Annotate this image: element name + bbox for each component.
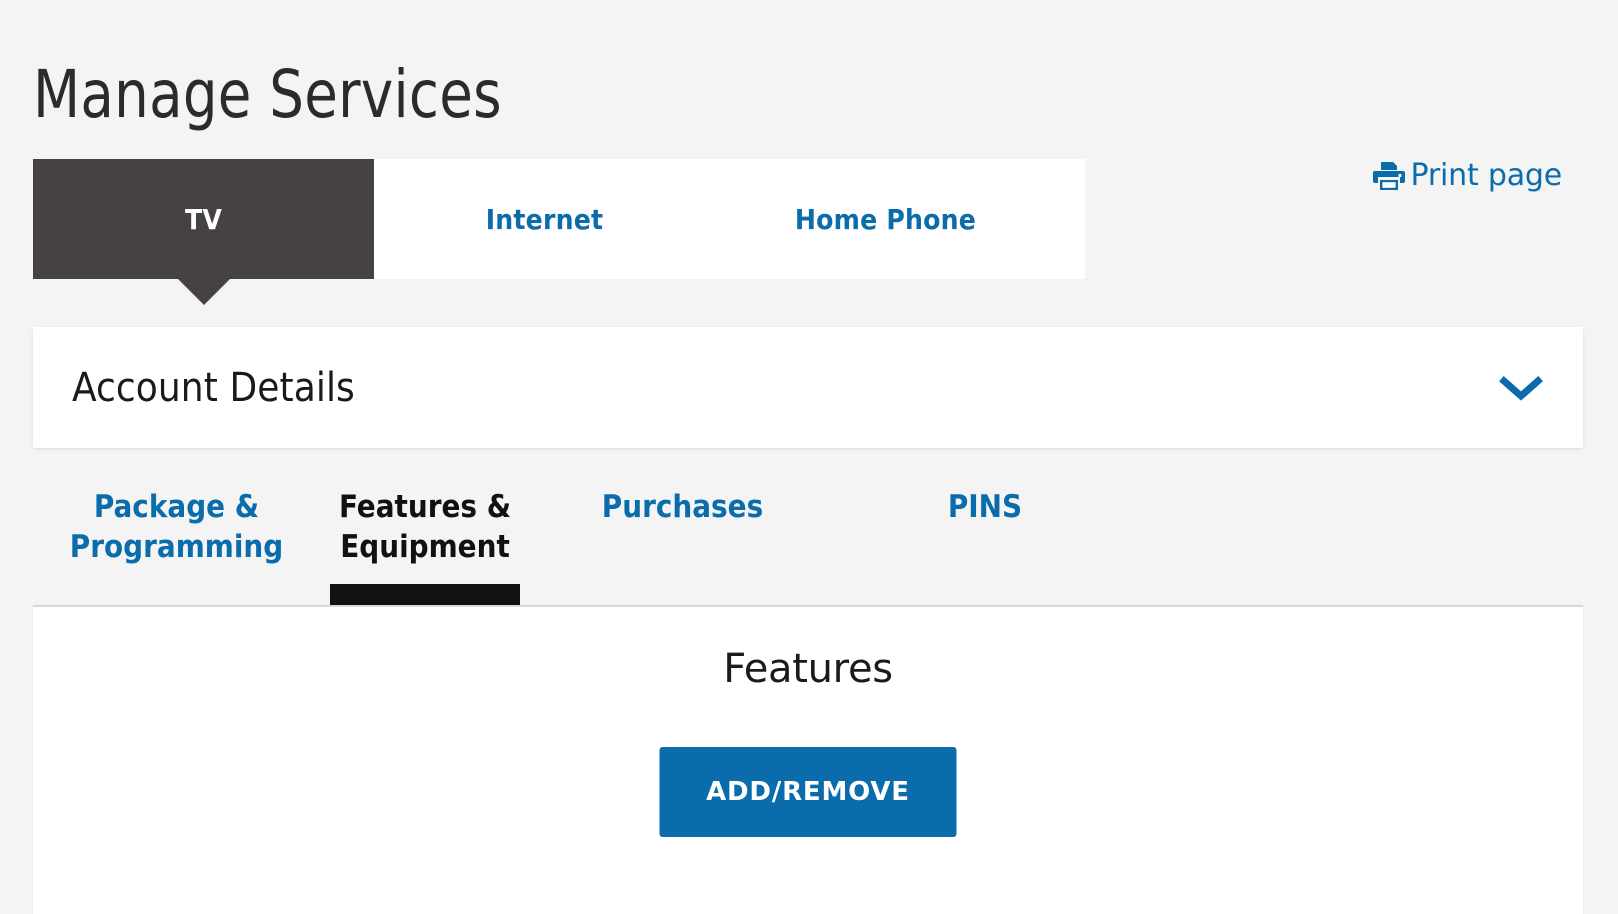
sub-tab-label: Purchases — [601, 489, 764, 525]
active-tab-pointer-icon — [177, 279, 230, 305]
sub-tab-purchases[interactable]: Purchases — [530, 470, 835, 605]
sub-tab-pins[interactable]: PINS — [835, 470, 1135, 605]
sub-tab-underline — [845, 584, 1125, 605]
sub-tabs: Package & Programming Features & Equipme… — [33, 470, 1583, 605]
account-details-accordion[interactable]: Account Details — [33, 327, 1583, 448]
print-page-label: Print page — [1410, 158, 1563, 193]
sub-tab-label: Features & Equipment — [338, 489, 512, 565]
print-page-link[interactable]: Print page — [1372, 158, 1563, 193]
page-title: Manage Services — [33, 56, 502, 134]
service-tab-label: TV — [184, 202, 223, 236]
service-tab-tv[interactable]: TV — [33, 159, 374, 305]
account-details-title: Account Details — [72, 364, 355, 411]
features-heading: Features — [723, 646, 893, 692]
printer-icon — [1372, 161, 1405, 191]
service-tab-internet[interactable]: Internet — [374, 159, 715, 279]
sub-tab-underline — [540, 584, 825, 605]
sub-tab-features-equipment[interactable]: Features & Equipment — [320, 470, 530, 605]
sub-tab-underline — [330, 584, 520, 605]
add-remove-button[interactable]: ADD/REMOVE — [659, 747, 957, 837]
chevron-down-icon[interactable] — [1499, 373, 1543, 403]
features-panel: Features ADD/REMOVE — [33, 605, 1583, 914]
sub-tab-package-programming[interactable]: Package & Programming — [33, 470, 320, 605]
service-tab-label: Home Phone — [794, 202, 977, 236]
sub-tab-underline — [43, 584, 310, 605]
service-tab-home-phone[interactable]: Home Phone — [715, 159, 1056, 279]
service-tabs: TV Internet Home Phone — [33, 159, 1085, 305]
sub-tab-label: PINS — [947, 489, 1023, 525]
service-tab-label: Internet — [485, 202, 604, 236]
sub-tab-label: Package & Programming — [69, 489, 284, 565]
